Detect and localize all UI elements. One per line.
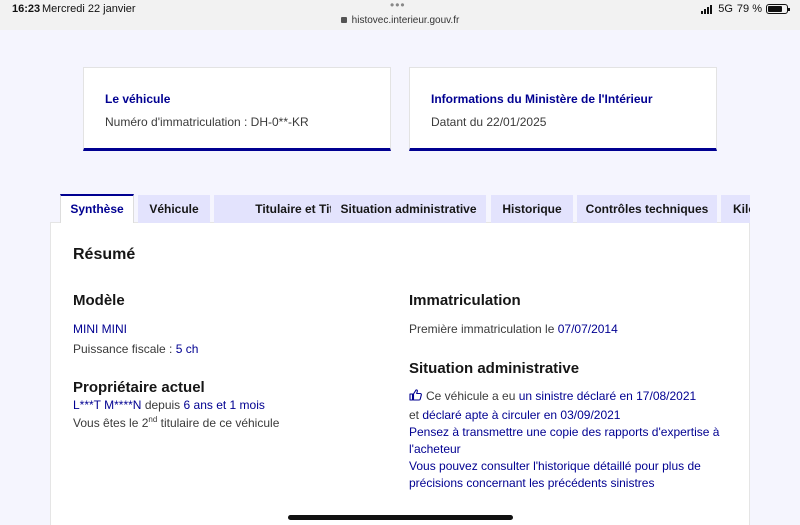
owner-heading: Propriétaire actuel bbox=[73, 379, 205, 396]
status-date: Mercredi 22 janvier bbox=[42, 3, 136, 15]
owner-line: L***T M****N depuis 6 ans et 1 mois bbox=[73, 398, 265, 412]
vehicle-card: Le véhicule Numéro d'immatriculation : D… bbox=[83, 67, 391, 151]
owner-rank: Vous êtes le 2nd titulaire de ce véhicul… bbox=[73, 415, 279, 430]
ministry-card: Informations du Ministère de l'Intérieur… bbox=[409, 67, 717, 151]
cellular-signal-icon bbox=[701, 4, 713, 14]
model-heading: Modèle bbox=[73, 292, 125, 309]
history-advice: Vous pouvez consulter l'historique détai… bbox=[409, 459, 701, 490]
tab-historique[interactable]: Historique bbox=[491, 195, 573, 223]
registration-heading: Immatriculation bbox=[409, 292, 521, 309]
tab-kilometrage[interactable]: Kilo bbox=[721, 195, 750, 223]
tab-synthese[interactable]: Synthèse bbox=[60, 194, 134, 223]
address-bar[interactable]: histovec.interieur.gouv.fr bbox=[0, 15, 800, 26]
admin-apte-line: et déclaré apte à circuler en 03/09/2021 bbox=[409, 408, 620, 422]
tab-situation-administrative[interactable]: Situation administrative bbox=[331, 195, 486, 223]
admin-apte-text: et bbox=[409, 408, 423, 422]
first-registration-date: 07/07/2014 bbox=[557, 322, 618, 336]
owner-since-label: depuis bbox=[141, 398, 184, 412]
fiscal-power: Puissance fiscale : 5 ch bbox=[73, 342, 198, 356]
data-date: Datant du 22/01/2025 bbox=[431, 115, 547, 129]
lock-icon bbox=[340, 17, 347, 23]
first-registration: Première immatriculation le 07/07/2014 bbox=[409, 322, 618, 336]
multitasking-dots-icon[interactable]: ••• bbox=[390, 0, 406, 12]
home-indicator[interactable] bbox=[288, 515, 513, 520]
fiscal-power-value: 5 ch bbox=[175, 342, 199, 356]
battery-icon bbox=[766, 4, 790, 14]
tab-bar: Synthèse Véhicule Titulaire et Titre Sit… bbox=[60, 194, 750, 223]
tab-controles-techniques[interactable]: Contrôles techniques bbox=[577, 195, 717, 223]
ministry-card-title: Informations du Ministère de l'Intérieur bbox=[431, 92, 653, 106]
admin-sinistre-line: Ce véhicule a eu un sinistre déclaré en … bbox=[409, 389, 696, 403]
status-time: 16:23 bbox=[12, 3, 41, 15]
apte-link[interactable]: déclaré apte à circuler en 03/09/2021 bbox=[422, 408, 620, 422]
expertise-advice: Pensez à transmettre une copie des rappo… bbox=[409, 425, 720, 456]
sinistre-link[interactable]: un sinistre déclaré en 17/08/2021 bbox=[519, 389, 696, 403]
registration-number: Numéro d'immatriculation : DH-0**-KR bbox=[105, 115, 309, 129]
address-bar-url: histovec.interieur.gouv.fr bbox=[351, 15, 460, 26]
model-name: MINI MINI bbox=[73, 322, 127, 336]
network-type: 5G bbox=[718, 3, 733, 15]
owner-rank-prefix: Vous êtes le 2 bbox=[73, 416, 149, 430]
owner-name: L***T M****N bbox=[73, 398, 142, 412]
summary-heading: Résumé bbox=[73, 246, 136, 263]
tab-vehicule[interactable]: Véhicule bbox=[138, 195, 210, 223]
battery-fill bbox=[768, 6, 783, 12]
status-right: 5G 79 % bbox=[701, 3, 790, 15]
admin-heading: Situation administrative bbox=[409, 360, 580, 377]
battery-percent: 79 % bbox=[736, 3, 762, 15]
fiscal-power-label: Puissance fiscale : bbox=[73, 342, 176, 356]
first-registration-label: Première immatriculation le bbox=[409, 322, 558, 336]
admin-sinistre-text: Ce véhicule a eu bbox=[426, 389, 519, 403]
thumbs-up-icon bbox=[409, 389, 422, 401]
owner-rank-suffix: titulaire de ce véhicule bbox=[157, 416, 280, 430]
owner-rank-sup: nd bbox=[148, 415, 158, 424]
ios-status-bar: 16:23 Mercredi 22 janvier ••• histovec.i… bbox=[0, 0, 800, 30]
vehicle-card-title: Le véhicule bbox=[105, 92, 171, 106]
owner-since-value: 6 ans et 1 mois bbox=[183, 398, 265, 412]
